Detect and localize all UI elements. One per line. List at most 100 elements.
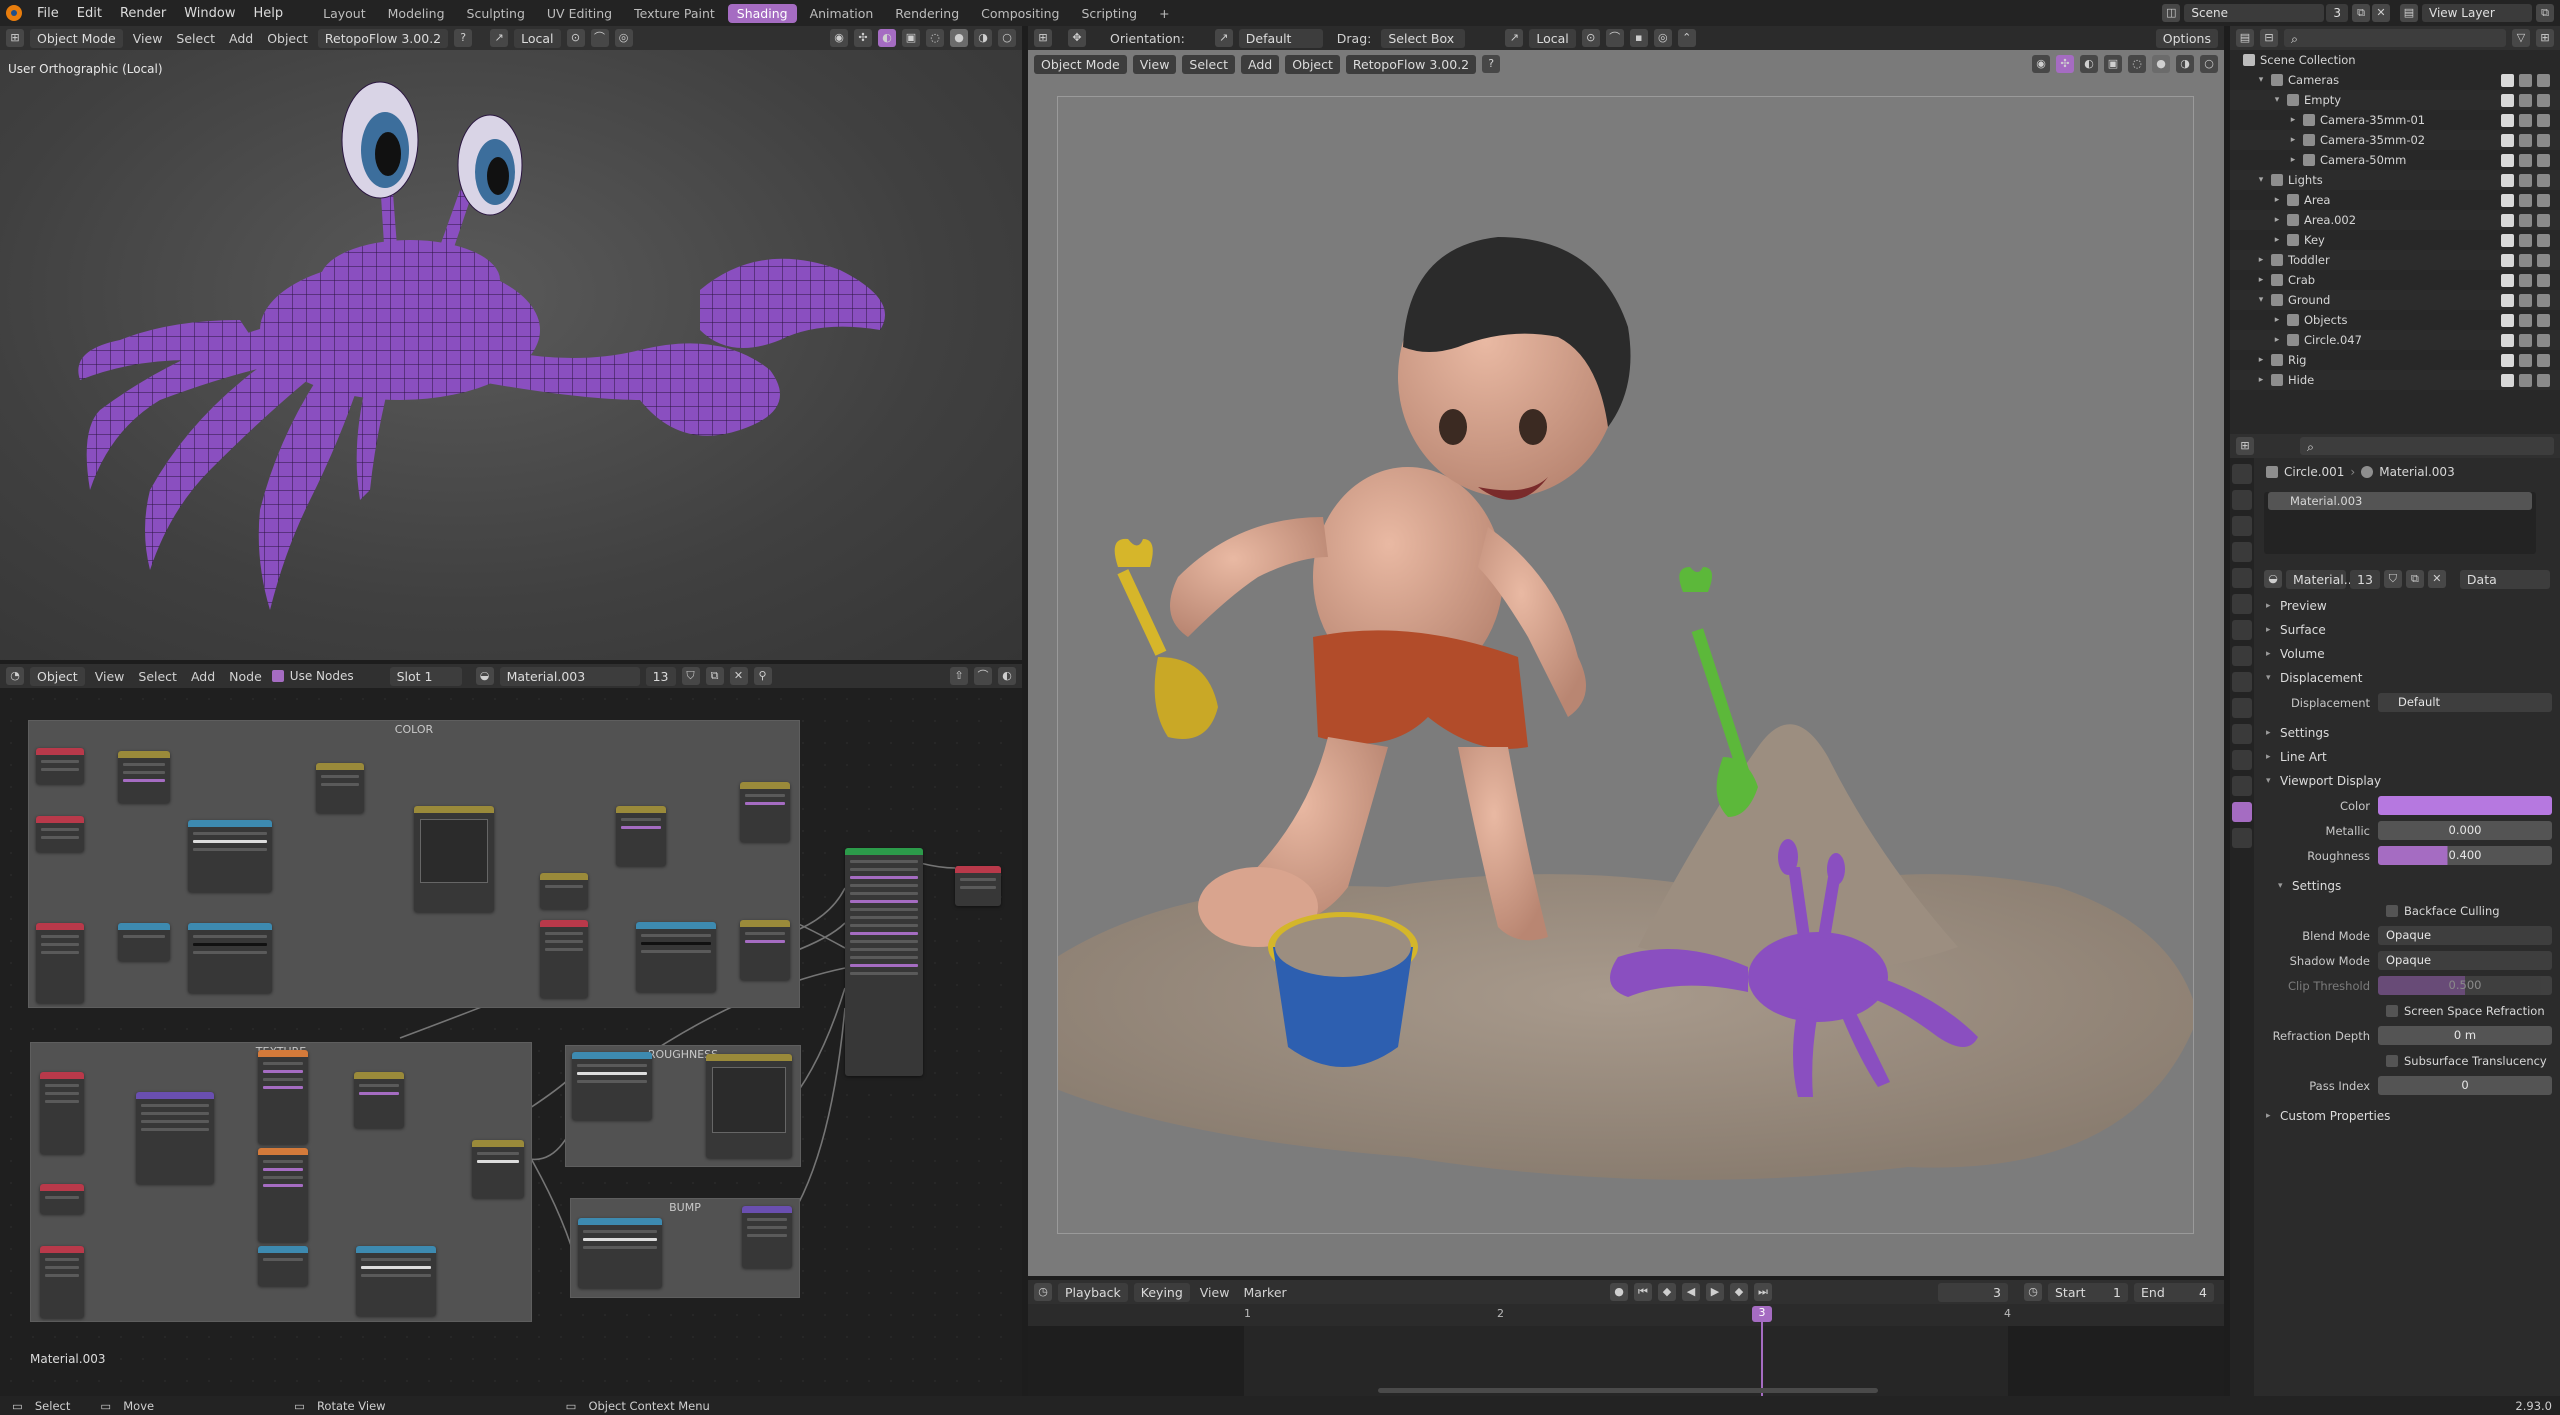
node-mix-4[interactable] bbox=[740, 782, 790, 842]
node-curves-rough[interactable] bbox=[706, 1054, 792, 1158]
eye-icon[interactable] bbox=[2519, 193, 2532, 207]
checkbox-icon[interactable] bbox=[2501, 253, 2514, 267]
eye-icon[interactable] bbox=[2519, 73, 2532, 87]
expand-toggle-icon[interactable]: ▾ bbox=[2272, 95, 2282, 105]
expand-toggle-icon[interactable]: ▸ bbox=[2288, 115, 2298, 125]
render-shading-icon[interactable]: ○ bbox=[998, 29, 1016, 47]
right-overlay-icon[interactable]: ◐ bbox=[2080, 55, 2098, 73]
view-layer-icon[interactable]: ▤ bbox=[2400, 4, 2418, 22]
menu-file[interactable]: File bbox=[28, 6, 68, 21]
unlink-icon[interactable]: ✕ bbox=[2427, 570, 2446, 588]
section-preview[interactable]: ▸ Preview bbox=[2258, 594, 2560, 618]
playhead-frame[interactable]: 3 bbox=[1752, 1306, 1772, 1322]
camera-icon[interactable] bbox=[2537, 113, 2550, 127]
render-tab-icon[interactable] bbox=[2232, 490, 2252, 510]
eye-icon[interactable] bbox=[2519, 273, 2532, 287]
node-mix-tex[interactable] bbox=[354, 1072, 404, 1128]
display-mode-icon[interactable]: ⊟ bbox=[2260, 29, 2278, 47]
scene-render[interactable] bbox=[1028, 97, 2198, 1233]
constraint-tab-icon[interactable] bbox=[2232, 750, 2252, 770]
node-menu-add[interactable]: Add bbox=[187, 669, 219, 684]
node-menu-view[interactable]: View bbox=[91, 669, 129, 684]
end-frame-field[interactable]: End 4 bbox=[2134, 1282, 2214, 1302]
expand-toggle-icon[interactable]: ▸ bbox=[2272, 215, 2282, 225]
slot-dropdown[interactable]: Slot 1 bbox=[389, 666, 462, 686]
node-colorramp-bump[interactable] bbox=[578, 1218, 662, 1288]
eye-icon[interactable] bbox=[2519, 133, 2532, 147]
use-nodes-toggle[interactable]: Use Nodes bbox=[271, 669, 354, 683]
expand-toggle-icon[interactable]: ▸ bbox=[2288, 155, 2298, 165]
tab-modeling[interactable]: Modeling bbox=[379, 4, 454, 23]
keying-menu[interactable]: Keying bbox=[1133, 1282, 1190, 1302]
close-icon[interactable]: ✕ bbox=[2372, 4, 2390, 22]
eye-icon[interactable] bbox=[2519, 253, 2532, 267]
tool-editor-icon[interactable]: ⊞ bbox=[1034, 29, 1052, 47]
material-slot-item[interactable]: Material.003 bbox=[2268, 492, 2532, 510]
view-layer-tab-icon[interactable] bbox=[2232, 542, 2252, 562]
node-menu-node[interactable]: Node bbox=[225, 669, 266, 684]
mode-dropdown[interactable]: Object Mode bbox=[30, 28, 123, 48]
outliner-row[interactable]: ▸ Camera-35mm-02 bbox=[2230, 130, 2560, 150]
node-colorramp-2[interactable] bbox=[188, 923, 272, 993]
right-menu-select[interactable]: Select bbox=[1182, 54, 1235, 74]
camera-icon[interactable] bbox=[2537, 173, 2550, 187]
section-surface[interactable]: ▸ Surface bbox=[2258, 618, 2560, 642]
properties-editor-icon[interactable]: ⊞ bbox=[2236, 437, 2254, 455]
jump-start-icon[interactable]: ⏮ bbox=[1634, 1283, 1652, 1301]
camera-icon[interactable] bbox=[2537, 213, 2550, 227]
outliner-row[interactable]: ▸ Circle.047 bbox=[2230, 330, 2560, 350]
node-menu-select[interactable]: Select bbox=[134, 669, 181, 684]
backface-culling-row[interactable]: Backface Culling bbox=[2258, 898, 2560, 923]
overlay-node-icon[interactable]: ◐ bbox=[998, 667, 1016, 685]
camera-icon[interactable] bbox=[2537, 153, 2550, 167]
node-colorramp-3[interactable] bbox=[636, 922, 716, 992]
snap-target-icon[interactable]: ▪ bbox=[1629, 29, 1648, 47]
timeline-scrollbar[interactable] bbox=[1378, 1388, 1878, 1393]
node-mapping[interactable] bbox=[136, 1092, 214, 1184]
unlink-material-icon[interactable]: ✕ bbox=[729, 667, 748, 685]
menu-render[interactable]: Render bbox=[111, 6, 175, 21]
expand-toggle-icon[interactable]: ▾ bbox=[2256, 75, 2266, 85]
camera-icon[interactable] bbox=[2537, 273, 2550, 287]
fake-user-icon[interactable]: ⛉ bbox=[681, 667, 700, 685]
expand-toggle-icon[interactable]: ▸ bbox=[2272, 335, 2282, 345]
node-layer-weight[interactable] bbox=[36, 816, 84, 852]
right-visibility-icon[interactable]: ◉ bbox=[2032, 55, 2050, 73]
checkbox-icon[interactable] bbox=[2501, 273, 2514, 287]
tab-layout[interactable]: Layout bbox=[314, 4, 375, 23]
eye-icon[interactable] bbox=[2519, 333, 2532, 347]
playback-menu[interactable]: Playback bbox=[1058, 1282, 1128, 1302]
start-frame-field[interactable]: Start 1 bbox=[2048, 1282, 2128, 1302]
backface-culling-checkbox[interactable] bbox=[2386, 904, 2398, 917]
eye-icon[interactable] bbox=[2519, 93, 2532, 107]
menu-select[interactable]: Select bbox=[172, 31, 219, 46]
snapping-icon[interactable]: ⌒ bbox=[1605, 29, 1624, 47]
world-tab-icon[interactable] bbox=[2232, 594, 2252, 614]
physics-tab-icon[interactable] bbox=[2232, 724, 2252, 744]
material-shading-icon[interactable]: ◑ bbox=[974, 29, 992, 47]
camera-icon[interactable] bbox=[2537, 293, 2550, 307]
scene-tab-icon[interactable] bbox=[2232, 568, 2252, 588]
timeline-editor-icon[interactable]: ◷ bbox=[1034, 1283, 1052, 1301]
play-reverse-icon[interactable]: ◀ bbox=[1682, 1283, 1700, 1301]
pin-icon[interactable]: ⚲ bbox=[753, 667, 772, 685]
pass-index-field[interactable]: 0 bbox=[2378, 1076, 2552, 1095]
expand-toggle-icon[interactable]: ▸ bbox=[2272, 195, 2282, 205]
timeline-area[interactable]: 1 2 3 4 bbox=[1028, 1304, 2224, 1396]
outliner-row[interactable]: ▸ Toddler bbox=[2230, 250, 2560, 270]
eye-icon[interactable] bbox=[2519, 153, 2532, 167]
right-retopoflow-menu[interactable]: RetopoFlow 3.00.2 bbox=[1345, 54, 1477, 74]
node-separate-2[interactable] bbox=[118, 923, 170, 961]
pivot-icon[interactable]: ⊙ bbox=[566, 29, 585, 47]
outliner-row[interactable]: ▾ Cameras bbox=[2230, 70, 2560, 90]
outliner-row[interactable]: ▸ Key bbox=[2230, 230, 2560, 250]
material-tab-icon[interactable] bbox=[2232, 802, 2252, 822]
right-solid-icon[interactable]: ● bbox=[2152, 55, 2170, 73]
ssr-checkbox[interactable] bbox=[2386, 1004, 2398, 1017]
menu-help[interactable]: Help bbox=[245, 6, 293, 21]
collection-tab-icon[interactable] bbox=[2232, 620, 2252, 640]
view-layer-copy-icon[interactable]: ⧉ bbox=[2536, 4, 2554, 22]
displacement-field[interactable]: Default bbox=[2378, 693, 2552, 712]
node-mix-1[interactable] bbox=[540, 873, 588, 909]
section-line-art[interactable]: ▸ Line Art bbox=[2258, 745, 2560, 769]
